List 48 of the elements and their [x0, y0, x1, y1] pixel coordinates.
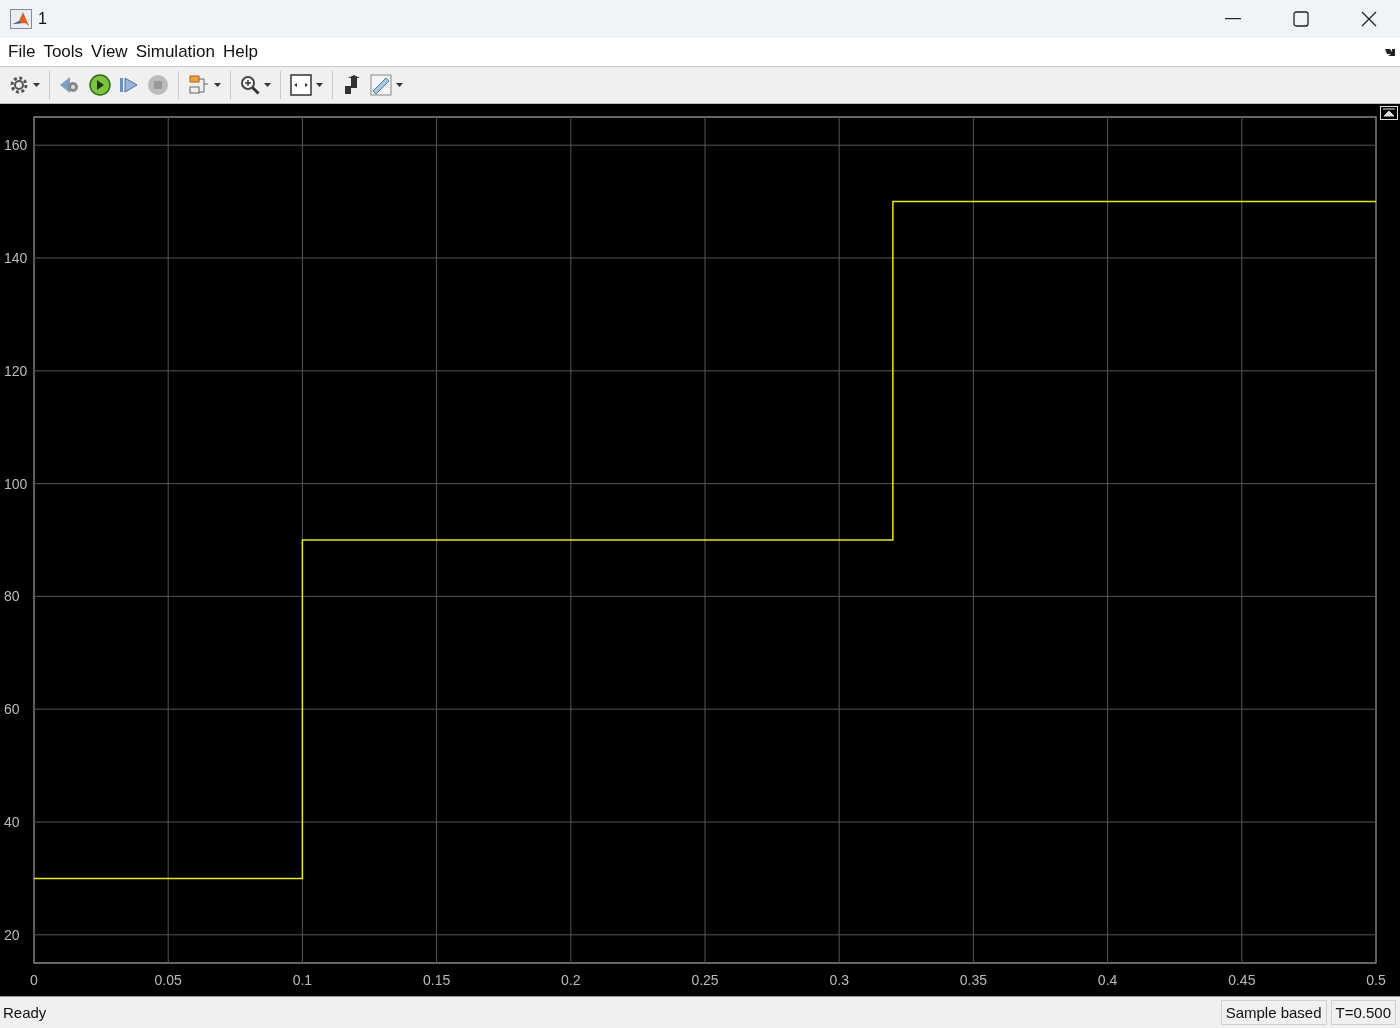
- menu-item[interactable]: Help: [219, 39, 262, 66]
- simulation-time-label: T=0.500: [1330, 999, 1396, 1025]
- x-tick-label: 0.45: [1228, 971, 1256, 988]
- fit-axes-icon: [290, 74, 312, 97]
- x-tick-label: 0.1: [292, 971, 313, 988]
- y-tick-label: 60: [4, 700, 20, 717]
- status-message: Ready: [2, 1003, 48, 1021]
- x-tick-label: 0.25: [691, 971, 719, 988]
- y-tick-label: 140: [4, 249, 28, 266]
- x-tick-label: 0.05: [154, 971, 182, 988]
- x-tick-label: 0.3: [829, 971, 849, 988]
- app-logo-icon: [10, 9, 32, 29]
- menu-item[interactable]: Simulation: [131, 39, 219, 66]
- caret-icon: [316, 83, 323, 88]
- step-arrow-icon: [342, 74, 362, 97]
- undock-icon[interactable]: [1380, 105, 1398, 120]
- y-tick-label: 40: [4, 813, 20, 830]
- window-title: 1: [38, 10, 48, 28]
- menu-item[interactable]: Tools: [39, 39, 88, 66]
- y-tick-label: 160: [4, 136, 28, 153]
- sample-mode-label: Sample based: [1220, 999, 1327, 1025]
- dock-arrow-icon: [1384, 47, 1396, 58]
- caret-icon: [33, 83, 40, 88]
- caret-icon: [264, 83, 271, 88]
- y-tick-label: 20: [4, 926, 20, 943]
- caret-icon: [396, 83, 403, 88]
- zoom-icon: [240, 75, 260, 96]
- x-tick-label: 0.5: [1366, 971, 1386, 988]
- x-tick-label: 0.15: [423, 971, 451, 988]
- step-back-icon: [59, 75, 81, 96]
- y-tick-label: 120: [4, 362, 28, 379]
- menu-item[interactable]: File: [4, 39, 40, 66]
- y-tick-label: 80: [4, 588, 20, 605]
- ruler-icon: [370, 74, 392, 97]
- x-tick-label: 0.35: [959, 971, 988, 988]
- maximize-icon: [1293, 11, 1309, 27]
- minimize-icon: [1225, 18, 1241, 20]
- menu-item[interactable]: View: [87, 39, 132, 66]
- play-icon: [89, 74, 111, 97]
- x-tick-label: 0.4: [1097, 971, 1118, 988]
- settings-icon: [9, 75, 29, 96]
- caret-icon: [214, 83, 221, 88]
- y-tick-label: 100: [4, 475, 28, 492]
- x-tick-label: 0: [30, 971, 38, 988]
- close-icon: [1361, 11, 1377, 27]
- step-forward-icon: [119, 75, 139, 96]
- x-tick-label: 0.2: [561, 971, 581, 988]
- signal-blocks-icon: [188, 74, 210, 97]
